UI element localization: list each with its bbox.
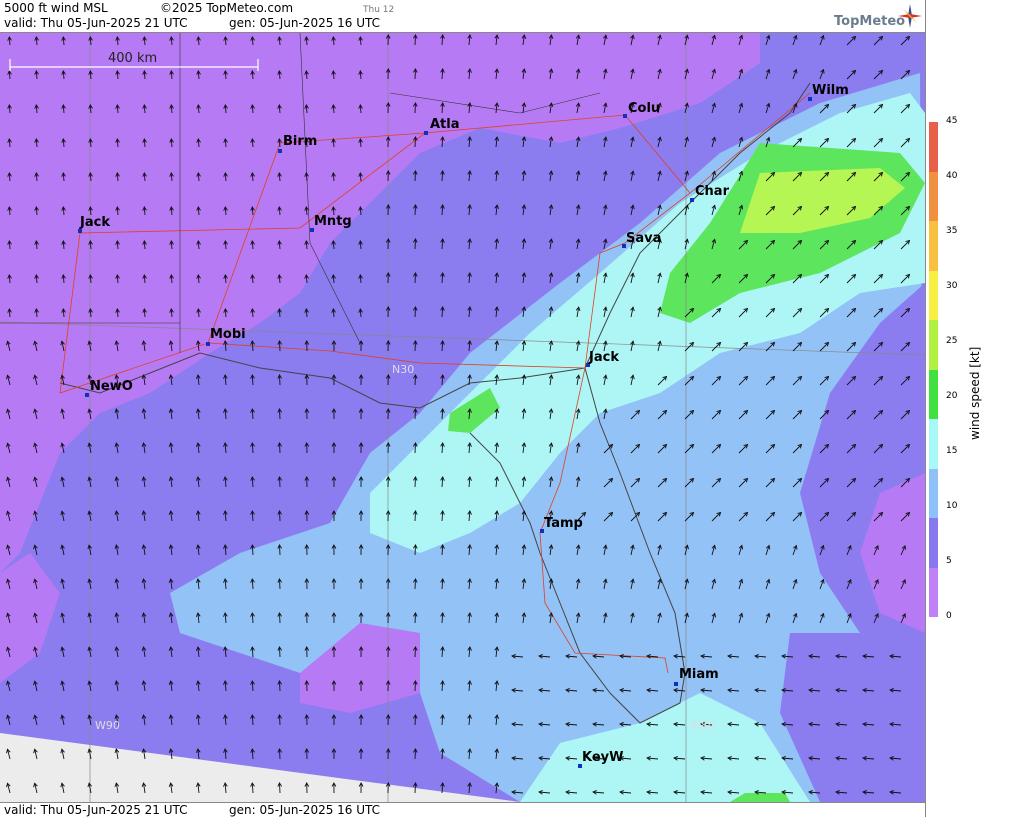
- colorbar-tick-label: 35: [946, 226, 957, 236]
- colorbar-segment: [929, 370, 938, 420]
- wind-speed-field: [0, 33, 925, 802]
- colorbar-tick-label: 25: [946, 336, 957, 346]
- city-label-miam: Miam: [679, 667, 719, 682]
- colorbar-tick-label: 20: [946, 391, 957, 401]
- map-footer: valid: Thu 05-Jun-2025 21 UTC gen: 05-Ju…: [0, 802, 925, 818]
- colorbar-segment: [929, 221, 938, 271]
- footer-gen-time: gen: 05-Jun-2025 16 UTC: [229, 803, 380, 817]
- colorbar-tick-label: 10: [946, 501, 957, 511]
- grid-label-w80: W80: [690, 719, 715, 732]
- city-marker: [206, 342, 210, 346]
- city-label-colu: Colu: [628, 101, 660, 116]
- city-label-keyw: KeyW: [582, 750, 623, 765]
- topmeteo-logo: TopMeteo: [834, 15, 905, 29]
- city-marker: [690, 198, 694, 202]
- city-label-wilm: Wilm: [812, 83, 849, 98]
- wind-speed-colorbar: [929, 122, 938, 617]
- grid-label-n30: N30: [392, 363, 414, 376]
- colorbar-segment: [929, 568, 938, 618]
- colorbar-tick-label: 5: [946, 556, 952, 566]
- city-label-jack-ms: Jack: [80, 215, 110, 230]
- scale-bar-label: 400 km: [108, 51, 157, 66]
- colorbar-unit-label: wind speed [kt]: [968, 347, 982, 440]
- colorbar-tick-label: 45: [946, 116, 957, 126]
- city-label-newo: NewO: [90, 379, 133, 394]
- wind-map[interactable]: 400 km N30 W90 W80 Atla Colu Wilm Birm C…: [0, 33, 925, 802]
- city-label-atla: Atla: [430, 117, 460, 132]
- city-marker: [623, 114, 627, 118]
- colorbar-segment: [929, 469, 938, 519]
- gen-time: gen: 05-Jun-2025 16 UTC: [229, 16, 380, 30]
- copyright: ©2025 TopMeteo.com: [160, 1, 293, 15]
- colorbar-segment: [929, 271, 938, 321]
- colorbar-segment: [929, 122, 938, 172]
- city-marker: [674, 682, 678, 686]
- valid-time: valid: Thu 05-Jun-2025 21 UTC: [4, 16, 188, 30]
- city-label-mobi: Mobi: [210, 327, 246, 342]
- city-label-tamp: Tamp: [544, 516, 583, 531]
- compass-logo-icon: [898, 4, 922, 28]
- colorbar-tick-label: 30: [946, 281, 957, 291]
- city-label-char: Char: [695, 184, 729, 199]
- city-marker: [278, 149, 282, 153]
- city-label-mntg: Mntg: [314, 214, 352, 229]
- city-label-birm: Birm: [283, 134, 317, 149]
- colorbar-segment: [929, 518, 938, 568]
- colorbar-segment: [929, 172, 938, 222]
- colorbar-segment: [929, 419, 938, 469]
- colorbar-tick-label: 15: [946, 446, 957, 456]
- day-tag: Thu 12: [363, 3, 394, 17]
- city-marker: [424, 131, 428, 135]
- colorbar-tick-label: 40: [946, 171, 957, 181]
- colorbar-segment: [929, 320, 938, 370]
- map-title: 5000 ft wind MSL: [4, 1, 108, 15]
- city-label-jack-fl: Jack: [589, 350, 619, 365]
- city-marker: [85, 393, 89, 397]
- footer-valid-time: valid: Thu 05-Jun-2025 21 UTC: [4, 803, 188, 817]
- colorbar-tick-label: 0: [946, 611, 952, 621]
- city-label-sava: Sava: [626, 231, 661, 246]
- map-header: 5000 ft wind MSL ©2025 TopMeteo.com Thu …: [0, 0, 925, 33]
- grid-label-w90: W90: [95, 719, 120, 732]
